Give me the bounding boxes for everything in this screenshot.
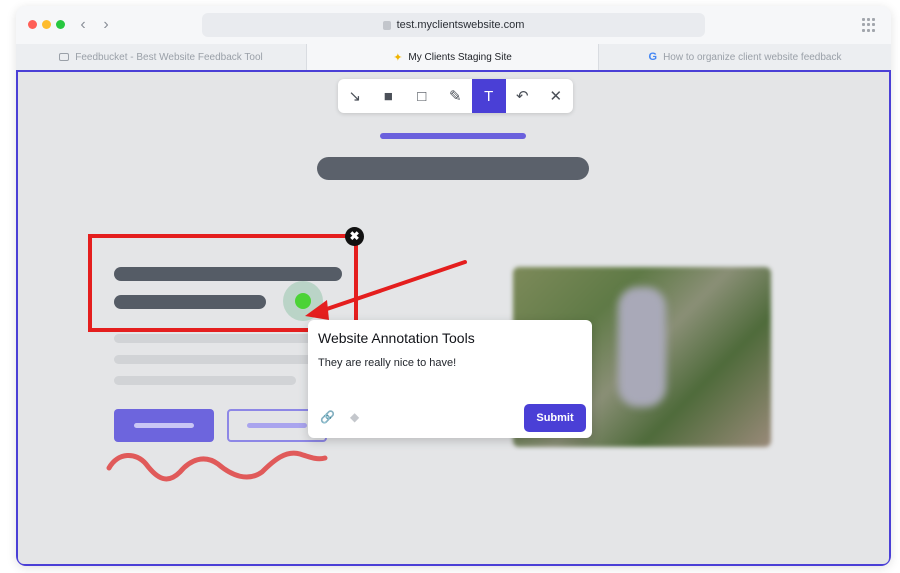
back-icon[interactable]: ‹ [74, 15, 92, 35]
text-tool-icon[interactable]: T [472, 79, 506, 113]
url-text: test.myclientswebsite.com [396, 19, 525, 31]
placeholder-primary-button[interactable] [114, 409, 214, 442]
tab-feedbucket[interactable]: Feedbucket - Best Website Feedback Tool [16, 44, 306, 70]
video-icon [59, 53, 70, 61]
tab-staging-site[interactable]: ✦ My Clients Staging Site [307, 44, 598, 70]
placeholder-text-line [114, 355, 314, 364]
maximize-window-dot[interactable] [56, 20, 65, 29]
tab-google-search[interactable]: G How to organize client website feedbac… [599, 44, 891, 70]
submit-button[interactable]: Submit [524, 404, 586, 432]
freehand-scribble [106, 450, 328, 482]
comment-text[interactable]: They are really nice to have! [318, 357, 456, 369]
tab-strip: Feedbucket - Best Website Feedback Tool … [16, 44, 891, 70]
address-bar[interactable]: test.myclientswebsite.com [202, 13, 705, 37]
paperclip-icon[interactable]: 🔗 [320, 410, 335, 424]
placeholder-text-line [114, 334, 314, 343]
placeholder-heading [317, 157, 589, 180]
close-tool-icon[interactable]: ✕ [539, 79, 573, 113]
blurred-photo-subject [618, 287, 666, 407]
minimize-window-dot[interactable] [42, 20, 51, 29]
tab-label: Feedbucket - Best Website Feedback Tool [75, 51, 263, 63]
forward-icon[interactable]: › [97, 15, 115, 35]
rect-tool-icon[interactable]: □ [405, 79, 439, 113]
tag-icon[interactable]: ◆ [350, 410, 359, 424]
sparkle-icon: ✦ [393, 51, 403, 64]
close-window-dot[interactable] [28, 20, 37, 29]
tab-label: How to organize client website feedback [663, 51, 842, 63]
lock-icon [382, 20, 391, 30]
popup-title: Website Annotation Tools [318, 330, 475, 346]
placeholder-text-line [114, 376, 296, 385]
browser-window: ‹ › test.myclientswebsite.com Feedbucket… [16, 6, 891, 566]
placeholder-accent-line [380, 133, 526, 139]
google-icon: G [648, 51, 658, 63]
annotation-rectangle[interactable] [88, 234, 358, 332]
annotation-toolbar: ↘ ■ □ ✎ T ↶ ✕ [338, 79, 573, 113]
feedback-pin[interactable] [295, 293, 311, 309]
remove-annotation-icon[interactable]: ✖ [345, 227, 364, 246]
page-viewport: ✖ ↘ ■ □ ✎ T ↶ ✕ Website Annotation Tools… [16, 70, 891, 566]
grid-menu-icon[interactable] [862, 18, 876, 32]
feedback-popup: Website Annotation Tools They are really… [308, 320, 592, 438]
undo-tool-icon[interactable]: ↶ [506, 79, 540, 113]
pen-tool-icon[interactable]: ✎ [439, 79, 473, 113]
title-bar: ‹ › test.myclientswebsite.com [16, 6, 891, 44]
filled-rect-tool-icon[interactable]: ■ [372, 79, 406, 113]
tab-label: My Clients Staging Site [408, 51, 512, 63]
arrow-tool-icon[interactable]: ↘ [338, 79, 372, 113]
